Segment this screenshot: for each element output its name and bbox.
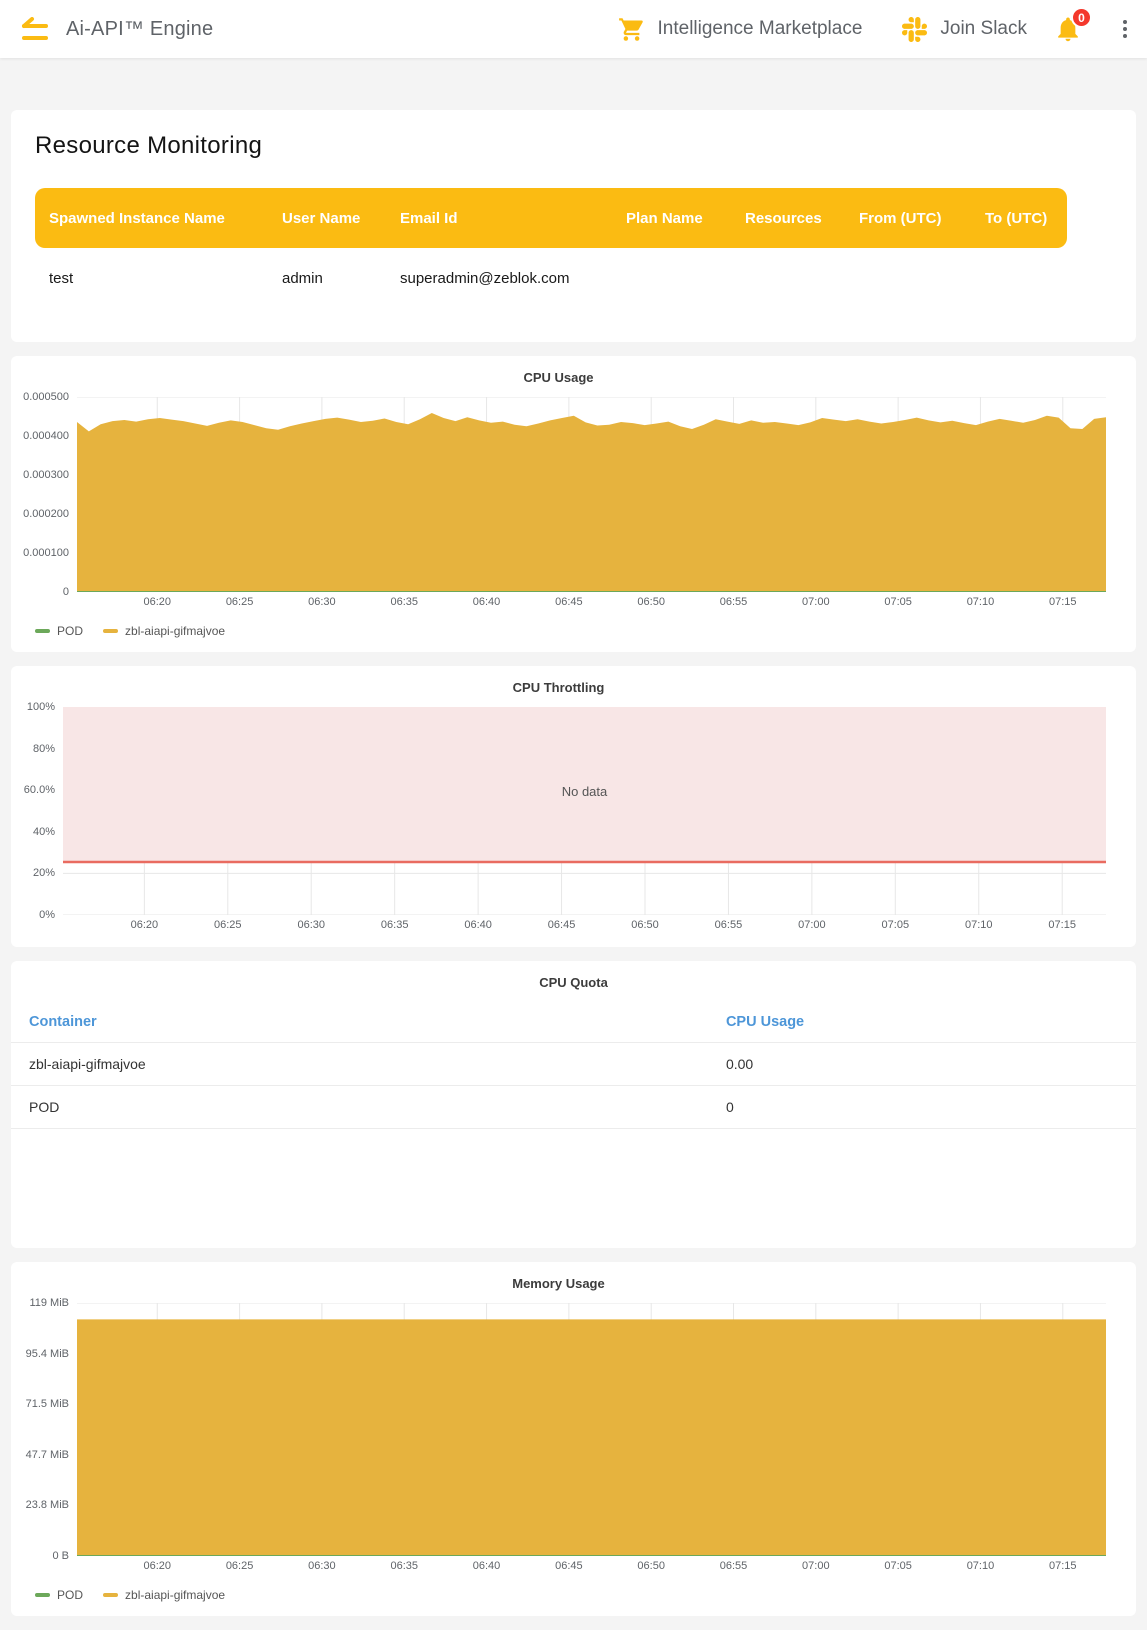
cart-icon[interactable]	[618, 16, 645, 43]
col-resources: Resources	[745, 210, 859, 227]
legend-item[interactable]: POD	[35, 1588, 83, 1602]
monitoring-table-header: Spawned Instance Name User Name Email Id…	[35, 188, 1067, 248]
table-row: zbl-aiapi-gifmajvoe 0.00	[11, 1043, 1136, 1086]
col-plan-name: Plan Name	[626, 210, 745, 227]
app-header: Ai-API™ Engine Intelligence Marketplace …	[0, 0, 1147, 58]
table-row: test admin superadmin@zeblok.com	[35, 256, 1067, 300]
intelligence-marketplace-link[interactable]: Intelligence Marketplace	[658, 18, 863, 40]
col-from-utc: From (UTC)	[859, 210, 985, 227]
legend-swatch	[103, 629, 118, 633]
page-content: Resource Monitoring Spawned Instance Nam…	[0, 58, 1147, 1616]
col-user-name: User Name	[282, 210, 400, 227]
memory-usage-plot[interactable]	[77, 1303, 1106, 1556]
cpu-usage-title: CPU Usage	[11, 370, 1106, 385]
memory-usage-y-axis: 119 MiB95.4 MiB71.5 MiB47.7 MiB23.8 MiB0…	[11, 1303, 77, 1556]
join-slack-link[interactable]: Join Slack	[940, 18, 1027, 40]
memory-usage-title: Memory Usage	[11, 1276, 1106, 1291]
cpu-throttling-title: CPU Throttling	[11, 680, 1106, 695]
cpu-usage-card: CPU Usage 0.0005000.0004000.0003000.0002…	[11, 356, 1136, 652]
quota-cell-container: zbl-aiapi-gifmajvoe	[29, 1056, 726, 1072]
quota-col-cpu-usage[interactable]: CPU Usage	[726, 1014, 1118, 1030]
page-title: Resource Monitoring	[35, 132, 1112, 160]
monitoring-table: Spawned Instance Name User Name Email Id…	[35, 188, 1067, 300]
notification-count-badge: 0	[1071, 7, 1092, 28]
legend-item[interactable]: zbl-aiapi-gifmajvoe	[103, 624, 225, 638]
quota-cell-cpu-usage: 0	[726, 1099, 1118, 1115]
cpu-usage-legend[interactable]: POD zbl-aiapi-gifmajvoe	[11, 612, 1106, 640]
cpu-usage-plot[interactable]	[77, 397, 1106, 592]
cpu-usage-x-axis: 06:2006:2506:3006:3506:4006:4506:5006:55…	[77, 596, 1106, 612]
memory-usage-card: Memory Usage 119 MiB95.4 MiB71.5 MiB47.7…	[11, 1262, 1136, 1616]
cpu-throttling-x-axis: 06:2006:2506:3006:3506:4006:4506:5006:55…	[63, 919, 1106, 935]
more-options-menu-icon[interactable]	[1119, 16, 1131, 42]
cpu-quota-title: CPU Quota	[11, 975, 1136, 990]
legend-item[interactable]: POD	[35, 624, 83, 638]
memory-usage-x-axis: 06:2006:2506:3006:3506:4006:4506:5006:55…	[77, 1560, 1106, 1576]
resource-monitoring-card: Resource Monitoring Spawned Instance Nam…	[11, 110, 1136, 342]
legend-item[interactable]: zbl-aiapi-gifmajvoe	[103, 1588, 225, 1602]
memory-usage-legend[interactable]: POD zbl-aiapi-gifmajvoe	[11, 1576, 1106, 1604]
cpu-throttling-y-axis: 100%80%60.0%40%20%0%	[11, 707, 63, 915]
cell-spawned-instance-name: test	[49, 270, 282, 287]
col-to-utc: To (UTC)	[985, 210, 1067, 227]
cpu-usage-y-axis: 0.0005000.0004000.0003000.0002000.000100…	[11, 397, 77, 592]
cell-user-name: admin	[282, 270, 400, 287]
app-title: Ai-API™ Engine	[66, 18, 213, 41]
cell-email-id: superadmin@zeblok.com	[400, 270, 626, 287]
notifications-bell-icon[interactable]: 0	[1054, 15, 1082, 43]
legend-swatch	[35, 629, 50, 633]
col-spawned-instance-name: Spawned Instance Name	[49, 210, 282, 227]
table-row: POD 0	[11, 1086, 1136, 1129]
cpu-throttling-plot[interactable]: No data	[63, 707, 1106, 915]
quota-cell-cpu-usage: 0.00	[726, 1056, 1118, 1072]
cpu-quota-card: CPU Quota Container CPU Usage zbl-aiapi-…	[11, 961, 1136, 1248]
no-data-label: No data	[63, 784, 1106, 799]
quota-col-container[interactable]: Container	[29, 1014, 726, 1030]
col-email-id: Email Id	[400, 210, 626, 227]
cpu-quota-table-header: Container CPU Usage	[11, 1002, 1136, 1043]
legend-swatch	[35, 1593, 50, 1597]
back-arrow-icon[interactable]	[16, 17, 48, 42]
cpu-throttling-card: CPU Throttling 100%80%60.0%40%20%0% No d…	[11, 666, 1136, 947]
slack-icon[interactable]	[902, 17, 927, 42]
legend-swatch	[103, 1593, 118, 1597]
quota-cell-container: POD	[29, 1099, 726, 1115]
